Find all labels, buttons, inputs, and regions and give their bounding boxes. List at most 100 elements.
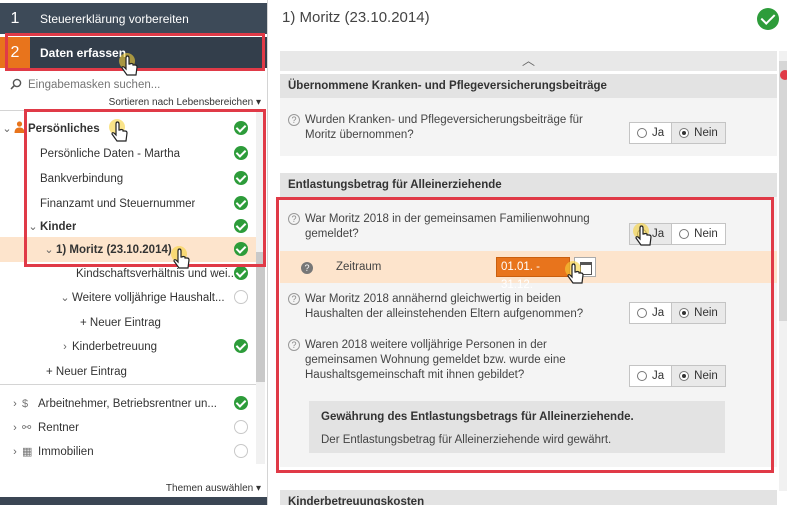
tree-item-label: Finanzamt und Steuernummer (40, 197, 196, 210)
marker-dot (780, 70, 787, 80)
search-icon (10, 78, 22, 93)
section-header-entlastung: Entlastungsbetrag für Alleinerziehende (280, 173, 777, 197)
sidebar-scrollbar[interactable] (256, 112, 265, 464)
radio-group-familienwohnung: Ja Nein (629, 223, 726, 245)
radio-nein[interactable]: Nein (671, 366, 725, 386)
question-text: War Moritz 2018 in der gemeinsamen Famil… (305, 213, 590, 240)
radio-ja[interactable]: Ja (630, 224, 672, 244)
help-icon[interactable]: ? (301, 262, 313, 274)
main-panel: 1) Moritz (23.10.2014) ︿ Übernommene Kra… (268, 0, 787, 505)
step-label: Daten erfassen (40, 45, 127, 60)
tree-item-kindschaftsverhaeltnis[interactable]: Kindschaftsverhältnis und wei... (0, 261, 260, 286)
tree-item-label: Rentner (38, 421, 79, 434)
radio-dot (637, 308, 647, 318)
radio-group-gleichwertig: Ja Nein (629, 302, 726, 324)
empty-status-icon (234, 420, 248, 434)
check-icon (234, 171, 248, 185)
radio-dot (637, 371, 647, 381)
help-icon[interactable]: ? (288, 293, 300, 305)
scrollbar-thumb[interactable] (779, 61, 787, 321)
question-text: Wurden Kranken- und Pflegeversicherungsb… (305, 114, 583, 141)
question-familienwohnung: ? War Moritz 2018 in der gemeinsamen Fam… (288, 212, 608, 242)
help-icon[interactable]: ? (288, 213, 300, 225)
radio-nein[interactable]: Nein (671, 224, 725, 244)
radio-dot (637, 229, 647, 239)
radio-dot (679, 128, 690, 138)
main-scrollbar[interactable] (779, 51, 787, 491)
bottom-bar (0, 497, 267, 505)
empty-status-icon (234, 290, 248, 304)
question-volljaehrige: ? Waren 2018 weitere volljährige Persone… (288, 338, 608, 383)
check-icon (234, 146, 248, 160)
chevron-down-icon[interactable]: ⌄ (0, 122, 14, 135)
tree-item-label: Immobilien (38, 445, 94, 458)
tree-item-rentner[interactable]: › ⚯ Rentner (0, 415, 260, 440)
check-icon (757, 8, 779, 30)
scrollbar-thumb[interactable] (256, 252, 265, 382)
divider (0, 384, 260, 385)
chevron-right-icon[interactable]: › (8, 398, 22, 410)
radio-label: Ja (652, 127, 665, 139)
tree-item-label: Kinderbetreuung (72, 340, 158, 353)
tree-item-arbeitnehmer[interactable]: › $ Arbeitnehmer, Betriebsrentner un... (0, 391, 260, 416)
radio-group-kv: Ja Nein (629, 122, 726, 144)
tree-item-immobilien[interactable]: › ▦ Immobilien (0, 439, 260, 464)
tree-item-kinderbetreuung[interactable]: › Kinderbetreuung (0, 334, 260, 359)
tree-item-label: Arbeitnehmer, Betriebsrentner un... (38, 397, 217, 410)
tree-item-persoenliche-daten[interactable]: Persönliche Daten - Martha (0, 141, 260, 166)
tree-item-label: Persönliches (28, 122, 100, 135)
help-icon[interactable]: ? (288, 114, 300, 126)
question-text: Waren 2018 weitere volljährige Personen … (305, 339, 566, 381)
chevron-right-icon[interactable]: › (58, 341, 72, 353)
chevron-down-icon[interactable]: ⌄ (26, 220, 40, 233)
empty-status-icon (234, 444, 248, 458)
radio-dot (679, 371, 690, 381)
radio-ja[interactable]: Ja (630, 123, 671, 143)
radio-ja[interactable]: Ja (630, 303, 671, 323)
tree-item-label: Kinder (40, 220, 77, 233)
radio-label: Nein (694, 370, 718, 382)
step-label: Steuererklärung vorbereiten (40, 11, 189, 26)
tree-item-bankverbindung[interactable]: Bankverbindung (0, 166, 260, 191)
radio-ja[interactable]: Ja (630, 366, 671, 386)
tree-item-kinder[interactable]: ⌄ Kinder (0, 214, 260, 239)
tree-item-weitere-volljaehrige[interactable]: ⌄ Weitere volljährige Haushalt... (0, 285, 260, 310)
tree-item-neuer-eintrag-kind[interactable]: + Neuer Eintrag (0, 359, 260, 384)
chevron-right-icon[interactable]: › (8, 422, 22, 434)
help-icon[interactable]: ? (288, 339, 300, 351)
radio-nein[interactable]: Nein (671, 303, 725, 323)
check-icon (234, 242, 248, 256)
tree-item-moritz[interactable]: ⌄ 1) Moritz (23.10.2014) (0, 237, 260, 262)
tree-item-label: Persönliche Daten - Martha (40, 147, 180, 160)
sort-dropdown[interactable]: Sortieren nach Lebensbereichen ▾ (109, 97, 261, 108)
tree-item-label: 1) Moritz (23.10.2014) (56, 243, 172, 256)
radio-dot (679, 308, 690, 318)
sidebar: 1 Steuererklärung vorbereiten 2 Daten er… (0, 0, 268, 505)
chevron-down-icon[interactable]: ⌄ (58, 291, 72, 304)
question-kv: ? Wurden Kranken- und Pflegeversicherung… (288, 113, 608, 143)
step-prepare[interactable]: 1 Steuererklärung vorbereiten (0, 3, 267, 34)
chevron-down-icon[interactable]: ⌄ (42, 243, 56, 256)
step-enter-data[interactable]: 2 Daten erfassen (0, 37, 267, 68)
tree-item-label: Weitere volljährige Haushalt... (72, 291, 225, 304)
zeitraum-input[interactable]: 01.01. - 31.12. (496, 257, 570, 291)
zeitraum-row: ? Zeitraum 01.01. - 31.12. (280, 251, 777, 291)
tree-item-persoenliches[interactable]: ⌄ Persönliches (0, 116, 260, 141)
step-number: 1 (10, 9, 20, 27)
search-input[interactable] (28, 79, 228, 91)
tree-item-label: Bankverbindung (40, 172, 124, 185)
page-title: 1) Moritz (23.10.2014) (282, 9, 430, 26)
radio-label: Nein (694, 127, 718, 139)
radio-nein[interactable]: Nein (671, 123, 725, 143)
calendar-icon[interactable] (574, 257, 596, 277)
question-text: War Moritz 2018 annähernd gleichwertig i… (305, 293, 584, 320)
divider (0, 110, 260, 111)
zeitraum-label: Zeitraum (336, 261, 382, 273)
collapse-button[interactable]: ︿ (280, 51, 777, 71)
tree-item-neuer-eintrag[interactable]: + Neuer Eintrag (0, 310, 260, 335)
chevron-right-icon[interactable]: › (8, 446, 22, 458)
tree-item-finanzamt[interactable]: Finanzamt und Steuernummer (0, 191, 260, 216)
rentner-icon: ⚯ (22, 422, 32, 434)
radio-label: Ja (652, 307, 665, 319)
themen-dropdown[interactable]: Themen auswählen ▾ (166, 483, 261, 494)
